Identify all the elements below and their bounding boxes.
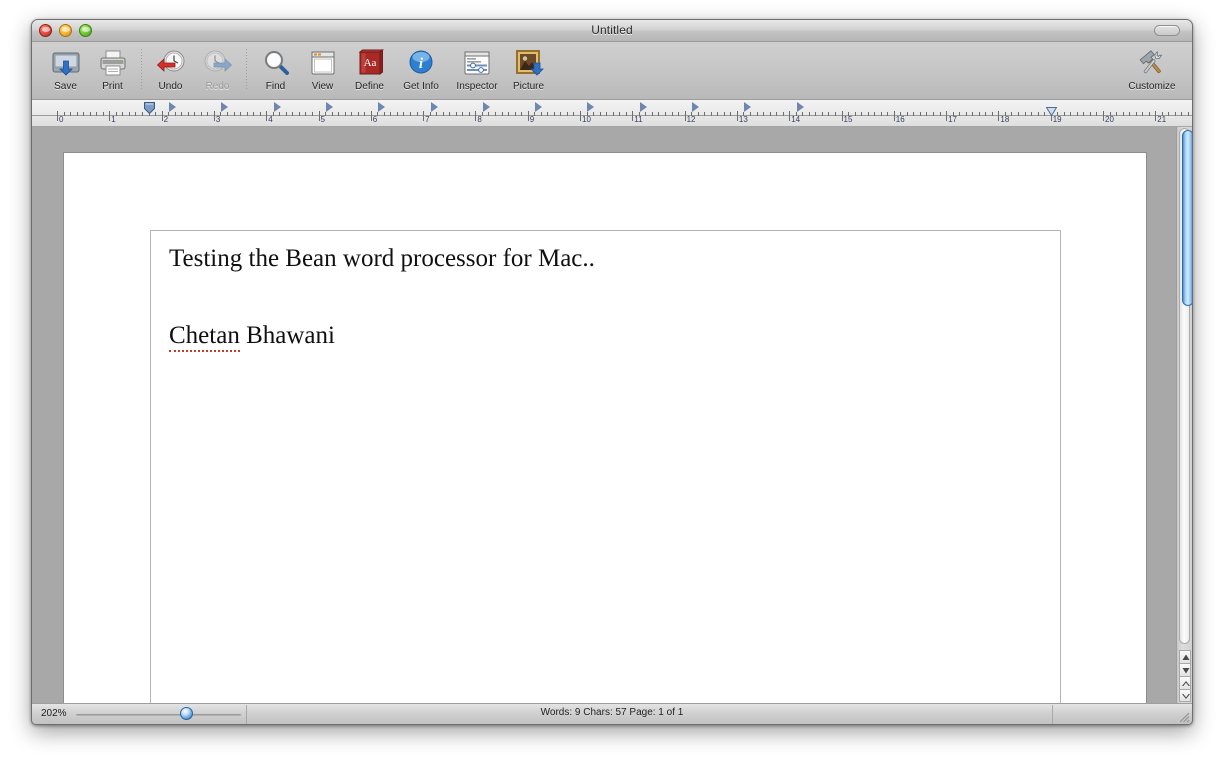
toolbar-label-get-info: Get Info	[403, 81, 439, 92]
tab-stop-marker[interactable]	[482, 102, 490, 112]
toolbar-label-customize: Customize	[1128, 81, 1176, 92]
scroll-up-arrow-icon[interactable]	[1179, 650, 1191, 663]
status-bar: 202% Words: 9 Chars: 57 Page: 1 of 1	[32, 703, 1192, 724]
vertical-scrollbar[interactable]	[1176, 127, 1192, 704]
toolbar-button-customize[interactable]: Customize	[1124, 43, 1180, 92]
toolbar-items: Save Print Undo Redo Find View Aa Define…	[42, 43, 552, 92]
save-icon	[50, 47, 82, 79]
toolbar-button-redo[interactable]: Redo	[194, 43, 241, 92]
screen: Untitled Save Print Undo Redo Find View …	[0, 0, 1224, 768]
scrollbar-track[interactable]	[1179, 128, 1192, 644]
tab-stop-marker[interactable]	[587, 102, 595, 112]
svg-text:Aa: Aa	[363, 57, 376, 69]
toolbar-button-save[interactable]: Save	[42, 43, 89, 92]
toolbar: Save Print Undo Redo Find View Aa Define…	[32, 42, 1192, 100]
tab-stop-marker[interactable]	[535, 102, 543, 112]
text-editing-area[interactable]: Testing the Bean word processor for Mac.…	[150, 230, 1061, 704]
toolbar-label-redo: Redo	[205, 81, 230, 92]
print-icon	[97, 47, 129, 79]
toolbar-toggle-button[interactable]	[1154, 25, 1180, 36]
tab-stop-marker[interactable]	[325, 102, 333, 112]
document-line-2: Chetan Bhawani	[169, 321, 1042, 352]
misspelled-word: Chetan	[169, 321, 240, 352]
scrollbar-arrows	[1179, 650, 1191, 702]
scrollbar-thumb[interactable]	[1182, 130, 1192, 306]
info-icon: i	[405, 47, 437, 79]
document-line-1: Testing the Bean word processor for Mac.…	[169, 245, 595, 272]
document-stats: Words: 9 Chars: 57 Page: 1 of 1	[540, 707, 684, 718]
toolbar-separator	[246, 49, 247, 91]
title-bar[interactable]: Untitled	[32, 20, 1192, 42]
toolbar-label-picture: Picture	[512, 81, 545, 92]
bean-window: Untitled Save Print Undo Redo Find View …	[31, 19, 1193, 725]
toolbar-label-view: View	[311, 81, 334, 92]
document-page: Testing the Bean word processor for Mac.…	[63, 152, 1147, 704]
document-blank-line	[169, 274, 1042, 322]
define-icon: Aa	[354, 47, 386, 79]
toolbar-button-get-info[interactable]: i Get Info	[393, 43, 449, 92]
toolbar-label-find: Find	[265, 81, 286, 92]
window-title: Untitled	[591, 23, 633, 37]
hammer-wrench-icon	[1136, 47, 1168, 79]
toolbar-button-picture[interactable]: Picture	[505, 43, 552, 92]
toolbar-label-undo: Undo	[158, 81, 183, 92]
undo-icon	[155, 47, 187, 79]
picture-icon	[513, 47, 545, 79]
view-icon	[307, 47, 339, 79]
toolbar-button-find[interactable]: Find	[252, 43, 299, 92]
document-canvas[interactable]: Testing the Bean word processor for Mac.…	[32, 127, 1192, 704]
page-down-chevron-icon[interactable]	[1179, 689, 1191, 702]
toolbar-button-print[interactable]: Print	[89, 43, 136, 92]
toolbar-right-group: Customize	[1124, 43, 1180, 92]
tab-stop-marker[interactable]	[430, 102, 438, 112]
inspector-icon	[461, 47, 493, 79]
left-indent-marker[interactable]	[143, 101, 155, 115]
tab-stop-marker[interactable]	[744, 102, 752, 112]
scroll-down-arrow-icon[interactable]	[1179, 663, 1191, 676]
tab-stop-marker[interactable]	[273, 102, 281, 112]
toolbar-separator	[141, 49, 142, 91]
toolbar-label-inspector: Inspector	[456, 81, 498, 92]
toolbar-button-view[interactable]: View	[299, 43, 346, 92]
document-line-2-rest: Bhawani	[239, 321, 335, 349]
tab-stop-marker[interactable]	[378, 102, 386, 112]
toolbar-button-define[interactable]: Aa Define	[346, 43, 393, 92]
tab-stop-marker[interactable]	[169, 102, 177, 112]
page-up-chevron-icon[interactable]	[1179, 676, 1191, 689]
tab-stop-marker[interactable]	[221, 102, 229, 112]
tab-stop-marker[interactable]	[796, 102, 804, 112]
right-indent-marker[interactable]	[1045, 103, 1058, 117]
ruler[interactable]: 0 1 2 3 4 5 6 7 8 9 10 11 12 13 14 15 16 17 18 19 20 21	[32, 100, 1192, 127]
tab-stop-marker[interactable]	[639, 102, 647, 112]
find-icon	[260, 47, 292, 79]
tab-stop-marker[interactable]	[692, 102, 700, 112]
toolbar-button-inspector[interactable]: Inspector	[449, 43, 505, 92]
toolbar-label-save: Save	[54, 81, 77, 92]
redo-icon	[202, 47, 234, 79]
toolbar-button-undo[interactable]: Undo	[147, 43, 194, 92]
resize-grip[interactable]	[1176, 709, 1190, 723]
toolbar-label-print: Print	[102, 81, 123, 92]
toolbar-label-define: Define	[355, 81, 384, 92]
